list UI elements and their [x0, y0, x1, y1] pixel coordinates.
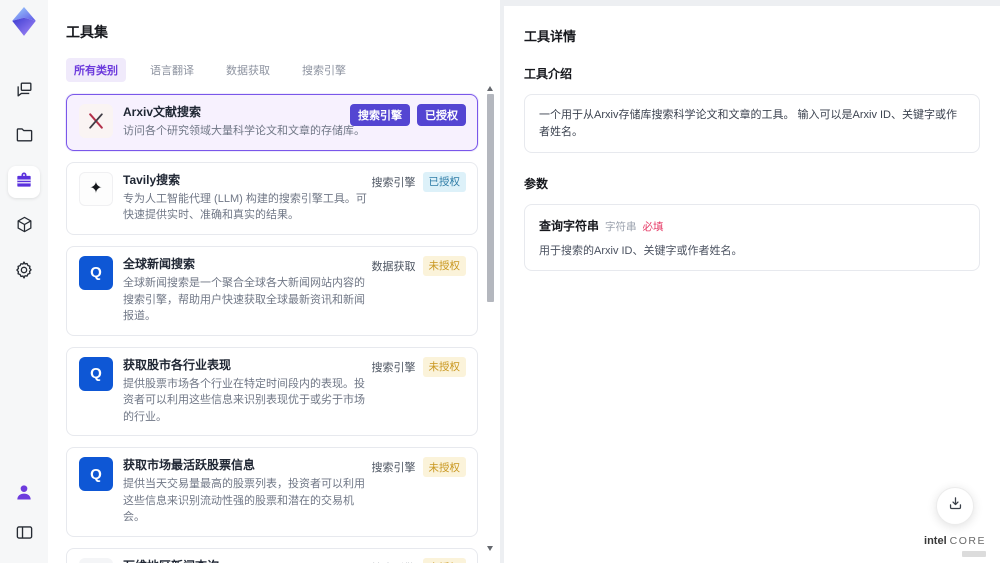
arxiv-logo-icon [79, 104, 113, 138]
scroll-down-arrow-icon[interactable] [487, 546, 493, 551]
tools-panel-title: 工具集 [66, 24, 108, 40]
tool-auth-badge: 未授权 [422, 255, 466, 276]
cube-icon [15, 215, 34, 239]
tool-category-badge: 数据获取 [371, 260, 416, 273]
tool-category-badge: 搜索引擎 [371, 176, 416, 189]
gem-logo-icon [11, 6, 37, 42]
tool-card[interactable]: Arxiv文献搜索 访问各个研究领域大量科学论文和文章的存储库。 搜索引擎 已授… [66, 94, 478, 151]
download-icon [947, 495, 964, 517]
tool-card[interactable]: ✦ Tavily搜索 专为人工智能代理 (LLM) 构建的搜索引擎工具。可快速提… [66, 161, 478, 235]
tool-description: 全球新闻搜索是一个聚合全球各大新闻网站内容的搜索引擎，帮助用户快速获取全球最新资… [123, 277, 365, 323]
sidebar-item-chat[interactable] [8, 76, 40, 108]
tool-badges: 搜索引擎 未授权 [371, 457, 466, 478]
chat-icon [15, 80, 34, 104]
corner-widgets: intel core [924, 487, 986, 557]
building-icon [79, 557, 113, 563]
tool-auth-badge: 未授权 [422, 557, 466, 563]
sidebar-item-toolbox[interactable] [8, 166, 40, 198]
tool-intro-text: 一个用于从Arxiv存储库搜索科学论文和文章的工具。 输入可以是Arxiv ID… [524, 94, 980, 153]
tool-auth-badge: 已授权 [422, 171, 466, 192]
sidebar-bottom [8, 478, 40, 551]
user-avatar[interactable] [8, 478, 40, 510]
tool-card[interactable]: Q 获取股市各行业表现 提供股票市场各个行业在特定时间段内的表现。投资者可以利用… [66, 346, 478, 437]
main-area: 工具集 所有类别 语言翻译 数据获取 搜索引擎 Arxiv文献搜索 访问各个研究领域大… [48, 0, 1000, 563]
tool-body: 万维地区新闻查询 查询具体行政区划内的新闻，快速了解各地新闻动 [123, 558, 369, 563]
tool-auth-badge: 已授权 [417, 104, 466, 126]
brand-subtext [962, 551, 986, 557]
tool-description: 提供当天交易量最高的股票列表，投资者可以利用这些信息来识别流动性强的股票和潜在的… [123, 478, 365, 524]
panel-toggle-button[interactable] [8, 519, 40, 551]
tool-badges: 搜索引擎 未授权 [371, 356, 466, 377]
tavily-logo-icon: ✦ [79, 171, 113, 206]
category-tab-2[interactable]: 数据获取 [218, 58, 278, 82]
tool-body: Tavily搜索 专为人工智能代理 (LLM) 构建的搜索引擎工具。可快速提供实… [123, 172, 369, 224]
sidebar [0, 0, 48, 563]
tools-panel: 工具集 所有类别 语言翻译 数据获取 搜索引擎 Arxiv文献搜索 访问各个研究领域大… [48, 0, 500, 563]
sidebar-item-cube[interactable] [8, 211, 40, 243]
panel-layout-icon [15, 523, 34, 547]
details-panel-title: 工具详情 [524, 29, 577, 44]
parameter-name: 查询字符串 [539, 219, 600, 233]
tool-card[interactable]: Q 全球新闻搜索 全球新闻搜索是一个聚合全球各大新闻网站内容的搜索引擎，帮助用户… [66, 245, 478, 336]
news-logo-icon: Q [79, 356, 113, 391]
tool-category-badge: 搜索引擎 [371, 361, 416, 374]
tool-badges: 搜索引擎 已授权 [350, 104, 466, 126]
parameter-description: 用于搜索的Arxiv ID、关键字或作者姓名。 [539, 245, 743, 257]
sidebar-item-folder[interactable] [8, 121, 40, 153]
news-logo-icon: Q [79, 255, 113, 290]
app-logo[interactable] [9, 6, 39, 42]
tool-auth-badge: 未授权 [422, 457, 466, 478]
parameter-required-badge: 必填 [642, 221, 664, 233]
tool-body: 获取市场最活跃股票信息 提供当天交易量最高的股票列表，投资者可以利用这些信息来识… [123, 457, 369, 526]
tool-category-badge: 搜索引擎 [350, 104, 410, 126]
news-logo-icon: Q [79, 457, 113, 492]
parameter-list: 查询字符串 字符串 必填 用于搜索的Arxiv ID、关键字或作者姓名。 [524, 204, 980, 271]
scrollbar[interactable] [486, 86, 495, 551]
parameter-header: 查询字符串 字符串 必填 [539, 217, 965, 234]
download-button[interactable] [936, 487, 975, 526]
tool-category-badge: 搜索引擎 [371, 462, 416, 475]
app-root: 工具集 所有类别 语言翻译 数据获取 搜索引擎 Arxiv文献搜索 访问各个研究领域大… [0, 0, 1000, 563]
category-tab-1[interactable]: 语言翻译 [142, 58, 202, 82]
tool-card[interactable]: Q 获取市场最活跃股票信息 提供当天交易量最高的股票列表，投资者可以利用这些信息… [66, 447, 478, 537]
category-tab-0[interactable]: 所有类别 [66, 58, 126, 82]
scrollbar-thumb[interactable] [487, 94, 494, 302]
category-tabs: 所有类别 语言翻译 数据获取 搜索引擎 [66, 58, 478, 82]
sidebar-item-settings[interactable] [8, 256, 40, 288]
tool-title: 万维地区新闻查询 [123, 558, 369, 563]
params-heading: 参数 [524, 177, 549, 191]
tool-title: Tavily搜索 [123, 172, 181, 187]
tool-description: 专为人工智能代理 (LLM) 构建的搜索引擎工具。可快速提供实时、准确和真实的结… [123, 192, 367, 222]
tool-auth-badge: 未授权 [422, 356, 466, 377]
tool-title: 获取市场最活跃股票信息 [123, 458, 256, 473]
folder-icon [15, 125, 34, 149]
tool-badges: 数据获取 未授权 [371, 255, 466, 276]
parameter-card: 查询字符串 字符串 必填 用于搜索的Arxiv ID、关键字或作者姓名。 [524, 204, 980, 271]
tool-badges: 搜索引擎 已授权 [371, 171, 466, 192]
intel-core-logo: intel core [924, 531, 986, 557]
details-panel: 工具详情 工具介绍 一个用于从Arxiv存储库搜索科学论文和文章的工具。 输入可… [504, 6, 1000, 563]
tool-description: 提供股票市场各个行业在特定时间段内的表现。投资者可以利用这些信息来识别表现优于或… [123, 377, 365, 423]
tool-card[interactable]: 万维地区新闻查询 查询具体行政区划内的新闻，快速了解各地新闻动 搜索引擎 未授权 [66, 547, 478, 563]
tool-title: 获取股市各行业表现 [123, 357, 232, 372]
toolbox-icon [14, 170, 34, 195]
parameter-type: 字符串 [605, 221, 637, 233]
tool-title: 全球新闻搜索 [123, 256, 196, 271]
tool-badges: 搜索引擎 未授权 [372, 557, 466, 563]
sidebar-nav [8, 76, 40, 288]
category-tab-3[interactable]: 搜索引擎 [294, 58, 354, 82]
gear-icon [14, 260, 34, 285]
tool-list: Arxiv文献搜索 访问各个研究领域大量科学论文和文章的存储库。 搜索引擎 已授… [66, 94, 478, 563]
intel-wordmark: intel [924, 535, 947, 548]
tool-body: 全球新闻搜索 全球新闻搜索是一个聚合全球各大新闻网站内容的搜索引擎，帮助用户快速… [123, 256, 369, 325]
core-wordmark: core [949, 535, 986, 548]
avatar-icon [14, 482, 34, 507]
scroll-up-arrow-icon[interactable] [487, 86, 493, 91]
tool-body: 获取股市各行业表现 提供股票市场各个行业在特定时间段内的表现。投资者可以利用这些… [123, 357, 369, 426]
intro-heading: 工具介绍 [524, 67, 573, 81]
